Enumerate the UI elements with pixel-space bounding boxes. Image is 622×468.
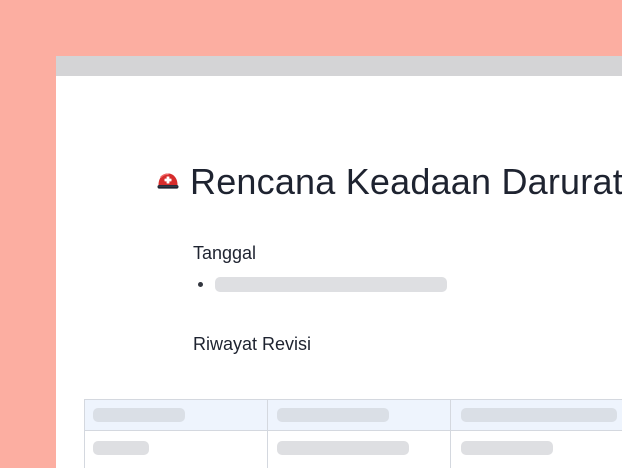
revision-history-table bbox=[84, 399, 622, 468]
document-window: Rencana Keadaan Darurat Tanggal Riwayat … bbox=[56, 56, 622, 468]
cell-placeholder bbox=[277, 441, 409, 455]
column-divider bbox=[450, 400, 451, 468]
page-title: Rencana Keadaan Darurat bbox=[190, 161, 622, 202]
title-row: Rencana Keadaan Darurat bbox=[156, 160, 622, 204]
section-heading-tanggal: Tanggal bbox=[193, 243, 257, 263]
helmet-icon bbox=[156, 170, 180, 194]
section-heading-riwayat-revisi: Riwayat Revisi bbox=[193, 334, 312, 354]
header-cell-placeholder bbox=[93, 408, 185, 422]
date-placeholder-line bbox=[215, 277, 447, 292]
list-bullet bbox=[198, 282, 203, 287]
document-page: Rencana Keadaan Darurat Tanggal Riwayat … bbox=[56, 76, 622, 468]
column-divider bbox=[267, 400, 268, 468]
cell-placeholder bbox=[461, 441, 553, 455]
header-cell-placeholder bbox=[461, 408, 617, 422]
window-top-bar bbox=[56, 56, 622, 76]
header-cell-placeholder bbox=[277, 408, 389, 422]
table-row bbox=[85, 431, 622, 468]
cell-placeholder bbox=[93, 441, 149, 455]
table-header-row bbox=[85, 400, 622, 431]
